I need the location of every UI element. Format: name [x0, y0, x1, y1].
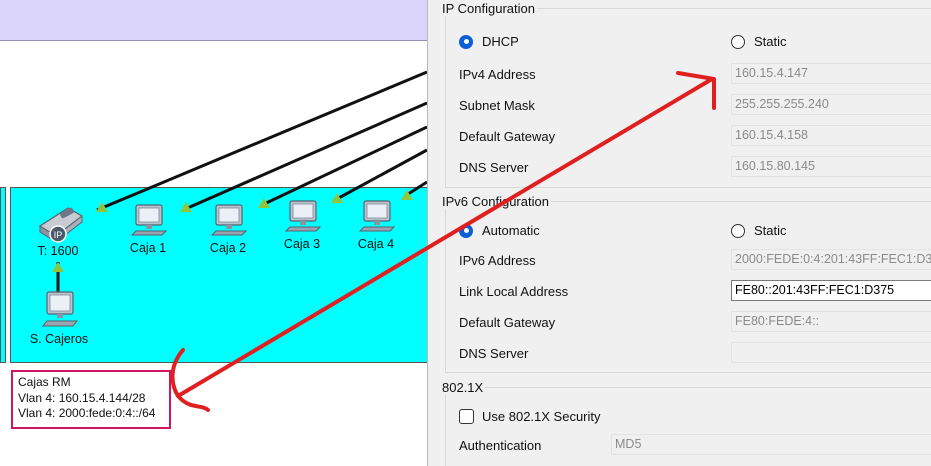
caja-4-label: Caja 4: [357, 237, 395, 251]
pc-icon: [130, 204, 168, 236]
device-caja-3[interactable]: Caja 3: [276, 199, 328, 251]
ipv4-dhcp-radio[interactable]: DHCP: [459, 34, 519, 49]
cajas-rm-note[interactable]: Cajas RM Vlan 4: 160.15.4.144/28 Vlan 4:…: [11, 370, 171, 429]
ipv6-automatic-label: Automatic: [482, 223, 540, 238]
link-phone: [96, 70, 427, 212]
ipv4-dns-label: DNS Server: [459, 160, 529, 175]
use-8021x-checkbox[interactable]: Use 802.1X Security: [459, 409, 601, 424]
ipv6-gateway-label: Default Gateway: [459, 315, 556, 330]
use-8021x-label: Use 802.1X Security: [482, 409, 601, 424]
ipv6-static-label: Static: [754, 223, 787, 238]
authentication-label: Authentication: [459, 438, 542, 453]
device-caja-2[interactable]: Caja 2: [202, 203, 254, 255]
ipv4-dns-field[interactable]: 160.15.80.145: [731, 156, 931, 177]
pc-icon: [284, 200, 322, 232]
pc-icon: [210, 204, 248, 236]
ipv4-gateway-field[interactable]: 160.15.4.158: [731, 125, 931, 146]
ipv4-address-field[interactable]: 160.15.4.147: [731, 63, 931, 84]
authentication-select[interactable]: MD5: [611, 434, 931, 455]
pc-icon: [41, 291, 79, 327]
topology-canvas[interactable]: IP T: 1600 Caja 1 Caja 2 Caja 3 Caja 4 S…: [0, 0, 427, 466]
ipv6-static-radio[interactable]: Static: [731, 223, 787, 238]
ipv4-dhcp-label: DHCP: [482, 34, 519, 49]
pc-icon: [358, 200, 396, 232]
ip-configuration-panel: IP Configuration DHCP Static IPv4 Addres…: [427, 0, 931, 466]
checkbox-unchecked-icon: [459, 409, 474, 424]
device-caja-1[interactable]: Caja 1: [122, 203, 174, 255]
note-vlan4-ipv4: Vlan 4: 160.15.4.144/28: [18, 390, 146, 405]
ipv6-dns-label: DNS Server: [459, 346, 529, 361]
ipv6-address-field[interactable]: 2000:FEDE:0:4:201:43FF:FEC1:D375: [731, 249, 931, 270]
ip-phone-badge: IP: [54, 230, 63, 240]
ip-phone-icon: IP: [38, 207, 84, 244]
ipv6-group-title: IPv6 Configuration: [440, 194, 551, 209]
subnet-mask-label: Subnet Mask: [459, 98, 535, 113]
subnet-mask-field[interactable]: 255.255.255.240: [731, 94, 931, 115]
radio-unselected-icon: [731, 34, 745, 49]
caja-1-label: Caja 1: [129, 241, 167, 255]
note-title: Cajas RM: [18, 375, 71, 389]
caja-3-label: Caja 3: [283, 237, 321, 251]
device-s-cajeros[interactable]: S. Cajeros: [26, 290, 92, 346]
ipv6-dns-field[interactable]: [731, 342, 931, 363]
radio-selected-icon: [459, 34, 473, 49]
ipv4-gateway-label: Default Gateway: [459, 129, 556, 144]
ipv4-static-radio[interactable]: Static: [731, 34, 787, 49]
link-status-cajeros: [52, 262, 64, 272]
device-caja-4[interactable]: Caja 4: [350, 199, 402, 251]
radio-unselected-icon: [731, 223, 745, 238]
s-cajeros-label: S. Cajeros: [29, 332, 89, 346]
ipv4-address-label: IPv4 Address: [459, 67, 536, 82]
phone-label: T: 1600: [37, 244, 79, 258]
radio-selected-icon: [459, 223, 473, 238]
ipv6-automatic-radio[interactable]: Automatic: [459, 223, 540, 238]
dot1x-group-title: 802.1X: [440, 380, 486, 395]
ipv6-address-label: IPv6 Address: [459, 253, 536, 268]
ipv6-gateway-field[interactable]: FE80:FEDE:4::: [731, 311, 931, 332]
link-local-field[interactable]: FE80::201:43FF:FEC1:D375: [731, 280, 931, 301]
link-local-label: Link Local Address: [459, 284, 569, 299]
note-vlan4-ipv6: Vlan 4: 2000:fede:0:4::/64: [18, 406, 156, 420]
link-caja1: [182, 101, 427, 212]
ipv4-group-title: IP Configuration: [440, 1, 537, 16]
device-ip-phone[interactable]: IP T: 1600: [28, 200, 88, 258]
ipv4-static-label: Static: [754, 34, 787, 49]
caja-2-label: Caja 2: [209, 241, 247, 255]
